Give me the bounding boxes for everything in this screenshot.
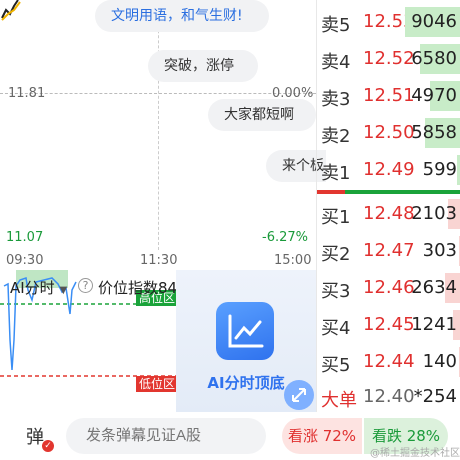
sell-row[interactable]: 卖5 12.53 9046 <box>317 4 460 40</box>
danmaku-bubble[interactable]: 突破，涨停 <box>148 50 258 82</box>
ai-tab[interactable]: AI分时 ▼ <box>10 277 67 298</box>
sell-level-label: 卖3 <box>321 89 351 110</box>
big-order-row[interactable]: 大单 12.40 *254 <box>317 379 460 415</box>
buy-price: 12.46 <box>363 277 415 298</box>
time-tick-close: 15:00 <box>274 253 312 268</box>
low-pct-label: -6.27% <box>262 230 308 245</box>
sell-volume: 4970 <box>411 85 457 106</box>
sell-row[interactable]: 卖2 12.50 5858 <box>317 115 460 151</box>
sell-row[interactable]: 卖4 12.52 6580 <box>317 41 460 77</box>
sell-volume: 9046 <box>411 11 457 32</box>
bid-ask-ratio-bar <box>317 190 460 194</box>
low-price-label: 11.07 <box>6 230 44 245</box>
sell-price: 12.49 <box>363 159 415 180</box>
sell-volume: 599 <box>422 159 457 180</box>
ai-promo-panel[interactable]: AI分时顶底 <box>176 270 316 412</box>
sell-price: 12.51 <box>363 85 415 106</box>
buy-volume: 2103 <box>411 203 457 224</box>
ai-chart-app-icon <box>216 302 274 360</box>
sell-row[interactable]: 卖3 12.51 4970 <box>317 78 460 114</box>
buy-row[interactable]: 买1 12.48 2103 <box>317 196 460 232</box>
buy-volume: 1241 <box>411 314 457 335</box>
buy-volume: 2634 <box>411 277 457 298</box>
ask-ratio-segment <box>345 190 460 194</box>
buy-row[interactable]: 买2 12.47 303 <box>317 233 460 269</box>
buy-level-label: 买5 <box>321 355 351 376</box>
expand-button[interactable] <box>284 380 314 410</box>
low-zone-tag: 低位区 <box>136 376 179 392</box>
order-book: 卖5 12.53 9046 卖4 12.52 6580 卖3 12.51 497… <box>316 0 460 412</box>
bullish-vote-button[interactable]: 看涨 72% <box>282 418 362 454</box>
sell-volume: 6580 <box>411 48 457 69</box>
sell-price: 12.52 <box>363 48 415 69</box>
buy-level-label: 买1 <box>321 207 351 228</box>
check-icon: ✓ <box>42 440 54 452</box>
trend-chart-icon <box>228 314 264 348</box>
intraday-chart[interactable]: 11.81 0.00% 11.07 -6.27% 09:30 11:30 15:… <box>0 0 326 270</box>
sell-level-label: 卖2 <box>321 126 351 147</box>
danmaku-bubble[interactable]: 大家都短啊 <box>208 99 316 131</box>
sell-level-label: 卖1 <box>321 163 351 184</box>
caret-down-icon: ▼ <box>59 285 68 296</box>
ref-price-label: 11.81 <box>8 86 46 101</box>
sell-level-label: 卖4 <box>321 52 351 73</box>
buy-price: 12.47 <box>363 240 415 261</box>
buy-row[interactable]: 买5 12.44 140 <box>317 344 460 380</box>
buy-row[interactable]: 买4 12.45 1241 <box>317 307 460 343</box>
buy-volume: 140 <box>422 351 457 372</box>
big-order-volume: *254 <box>413 386 457 407</box>
expand-icon <box>292 388 306 402</box>
buy-price: 12.44 <box>363 351 415 372</box>
watermark: @稀土掘金技术社区 <box>370 448 460 459</box>
sell-row[interactable]: 卖1 12.49 599 <box>317 152 460 188</box>
buy-level-label: 买4 <box>321 318 351 339</box>
danmaku-input[interactable] <box>66 418 266 454</box>
bid-ratio-segment <box>317 190 345 194</box>
buy-price: 12.45 <box>363 314 415 335</box>
time-tick-open: 09:30 <box>6 253 44 268</box>
buy-level-label: 买2 <box>321 244 351 265</box>
buy-row[interactable]: 买3 12.46 2634 <box>317 270 460 306</box>
ai-tab-label: AI分时 <box>10 279 55 297</box>
big-order-label: 大单 <box>321 390 357 411</box>
help-icon[interactable]: ? <box>78 278 93 293</box>
buy-level-label: 买3 <box>321 281 351 302</box>
time-tick-midday: 11:30 <box>140 253 178 268</box>
buy-volume: 303 <box>422 240 457 261</box>
danmaku-bubble[interactable]: 文明用语，和气生财! <box>95 0 269 32</box>
buy-price: 12.48 <box>363 203 415 224</box>
sell-price: 12.50 <box>363 122 415 143</box>
big-order-price: 12.40 <box>363 386 415 407</box>
sell-level-label: 卖5 <box>321 15 351 36</box>
sell-volume: 5858 <box>411 122 457 143</box>
